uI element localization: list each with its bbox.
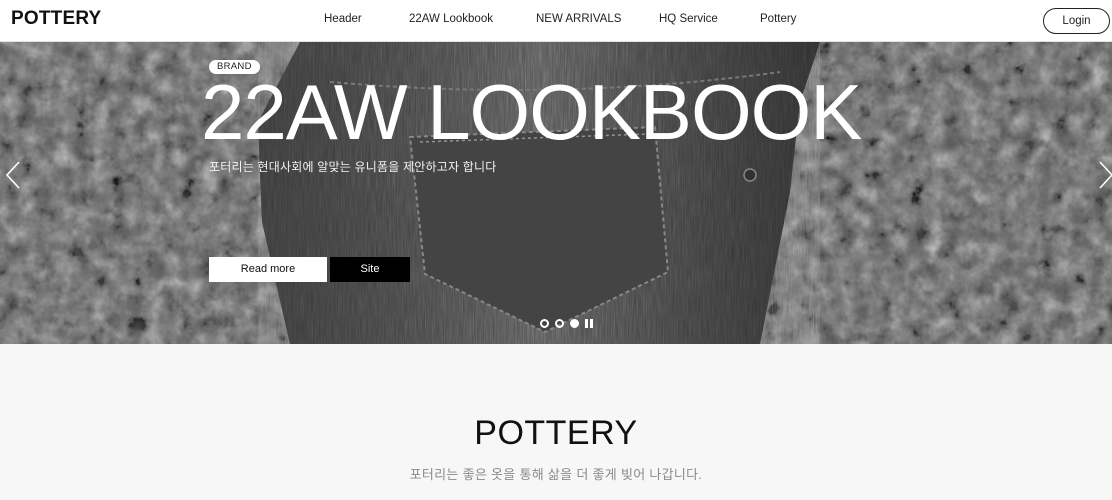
site-button[interactable]: Site xyxy=(330,257,410,282)
nav-item-22aw-lookbook[interactable]: 22AW Lookbook xyxy=(409,13,493,25)
nav-item-new-arrivals[interactable]: NEW ARRIVALS xyxy=(536,13,621,25)
pagination-dot-1[interactable] xyxy=(540,319,549,328)
pause-icon[interactable] xyxy=(585,319,593,328)
hero-subtitle: 포터리는 현대사회에 알맞는 유니폼을 제안하고자 합니다 xyxy=(209,160,497,174)
nav-item-hq-service[interactable]: HQ Service xyxy=(659,13,718,25)
pagination-dot-3[interactable] xyxy=(570,319,579,328)
site-header: POTTERY Header 22AW Lookbook NEW ARRIVAL… xyxy=(0,0,1112,42)
hero-slider: BRAND 22AW LOOKBOOK 포터리는 현대사회에 알맞는 유니폼을 … xyxy=(0,42,1112,344)
read-more-button[interactable]: Read more xyxy=(209,257,327,282)
pagination-dot-2[interactable] xyxy=(555,319,564,328)
login-button[interactable]: Login xyxy=(1043,8,1110,34)
hero-title: 22AW LOOKBOOK xyxy=(201,68,862,156)
intro-subtitle: 포터리는 좋은 옷을 통해 삶을 더 좋게 빚어 나갑니다. xyxy=(409,467,703,482)
intro-section: POTTERY 포터리는 좋은 옷을 통해 삶을 더 좋게 빚어 나갑니다. xyxy=(0,344,1112,500)
nav-item-pottery[interactable]: Pottery xyxy=(760,13,796,25)
nav-item-header[interactable]: Header xyxy=(324,13,362,25)
main-nav: Header 22AW Lookbook NEW ARRIVALS HQ Ser… xyxy=(0,0,1112,42)
intro-title: POTTERY xyxy=(474,414,638,452)
chevron-right-icon[interactable] xyxy=(1097,160,1112,190)
chevron-left-icon[interactable] xyxy=(4,160,22,190)
